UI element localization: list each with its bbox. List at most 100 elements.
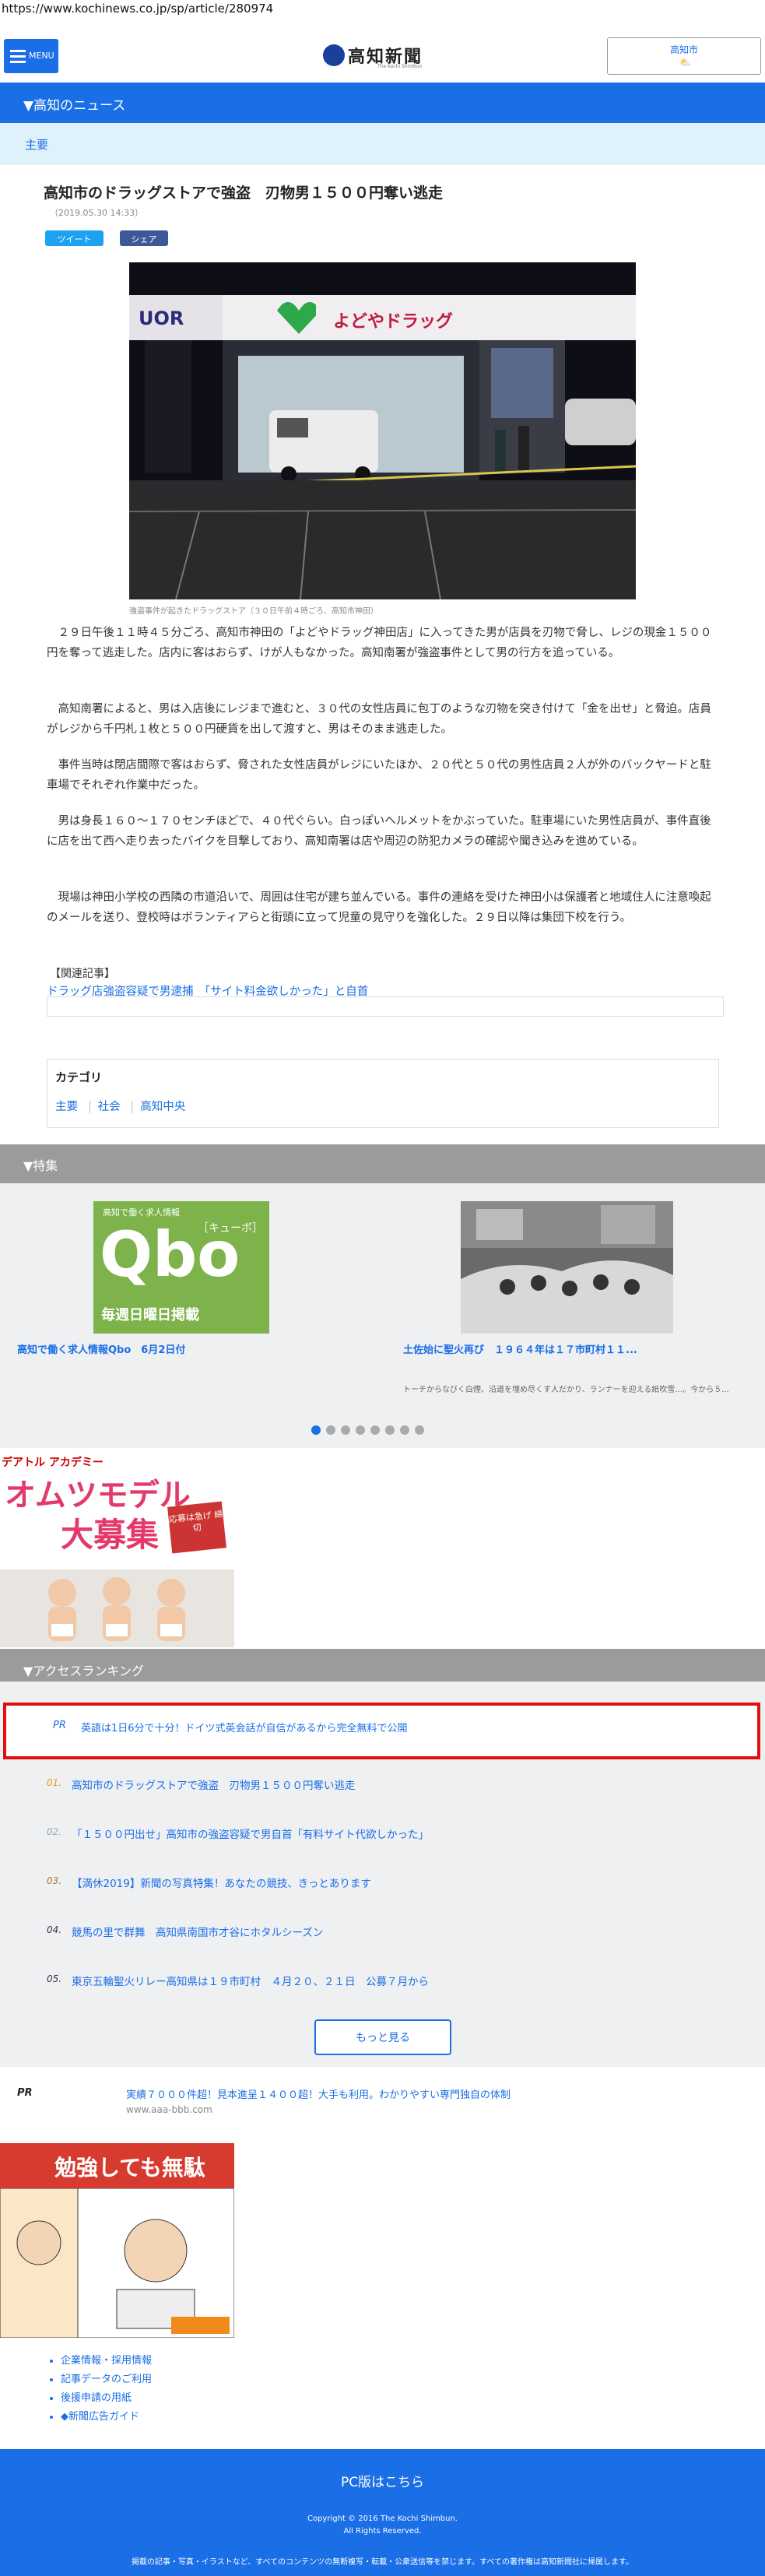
footer-link[interactable]: 後援申請の用紙: [61, 2389, 742, 2404]
article-title: 高知市のドラッグストアで強盗 刃物男１５００円奪い逃走: [44, 185, 444, 202]
photo-caption: 強盗事件が起きたドラッグストア（３０日午前４時ごろ、高知市神田）: [129, 607, 378, 616]
article-paragraph: ２９日午後１１時４５分ごろ、高知市神田の「よどやドラッグ神田店」に入ってきた男が…: [47, 627, 712, 659]
breadcrumb-label[interactable]: 主要: [25, 136, 48, 153]
tweet-button[interactable]: ツイート: [45, 230, 104, 246]
category-link[interactable]: 社会: [89, 1101, 128, 1113]
ad2-banner: 勉強しても無駄: [0, 2143, 234, 2188]
carousel-dot[interactable]: [356, 1425, 365, 1435]
category-link[interactable]: 高知中央: [132, 1101, 194, 1113]
footer-link[interactable]: 記事データのご利用: [61, 2370, 742, 2385]
torch-relay-photo[interactable]: [461, 1201, 673, 1334]
copyright-notice: 掲載の記事・写真・イラストなど、すべてのコンテンツの無断複写・転載・公衆送信等を…: [131, 2558, 634, 2567]
feature-description: トーチからなびく白煙、沿道を埋め尽くす人だかり、ランナーを迎える紙吹雪…。今から…: [403, 1386, 729, 1394]
copyright: Copyright © 2016 The Kochi Shimbun. All …: [0, 2513, 765, 2538]
ad2-headline: 勉強しても無駄: [54, 2155, 205, 2181]
menu-button[interactable]: MENU: [4, 39, 58, 73]
weather-widget[interactable]: 高知市 ⛅: [607, 37, 761, 75]
pr2-tag: PR: [17, 2087, 33, 2099]
feature-link-torch[interactable]: 土佐始に聖火再び １９６４年は１７市町村１１...: [403, 1341, 637, 1356]
category-link[interactable]: 主要: [55, 1101, 86, 1113]
ranking-item[interactable]: 02. 「１５００円出せ」高知市の強盗容疑で男自首「有料サイト代欲しかった」: [0, 1811, 765, 1857]
ranking-number: 03.: [47, 1875, 62, 1886]
ranking-title[interactable]: 東京五輪聖火リレー高知県は１９市町村 ４月２０、２１日 公募７月から: [72, 1973, 429, 1988]
carousel-dot[interactable]: [385, 1425, 395, 1435]
article-date: （2019.05.30 14:33）: [50, 208, 144, 218]
related-heading: 【関連記事】: [50, 968, 115, 980]
logo-subtext: The Kochi Shimbun: [377, 64, 423, 69]
site-logo[interactable]: 高知新聞 The Kochi Shimbun: [323, 43, 447, 71]
pr2-domain: www.aaa-bbb.com: [126, 2104, 212, 2115]
article-paragraph: 高知南署によると、男は入店後にレジまで進むと、３０代の女性店員に包丁のような刃物…: [47, 703, 711, 736]
carousel-dot[interactable]: [400, 1425, 409, 1435]
ranking-number: 04.: [47, 1924, 62, 1935]
carousel-dot[interactable]: [311, 1425, 321, 1435]
feature-heading-bar: ▼特集: [0, 1144, 765, 1183]
browser-url: https://www.kochinews.co.jp/sp/article/2…: [2, 2, 274, 16]
qbo-banner[interactable]: 高知で働く求人情報 Qbo ［キューボ］ 毎週日曜日掲載: [93, 1201, 269, 1334]
section-title: ▼高知のニュース: [23, 98, 126, 114]
more-label: もっと見る: [356, 2032, 410, 2044]
qbo-tagline: 高知で働く求人情報: [103, 1207, 180, 1218]
ad-banner-diaper-model[interactable]: デアトル アカデミー オムツモデル 大募集 応募は急げ 締切: [0, 1453, 234, 1647]
ranking-number: 01.: [47, 1777, 62, 1788]
hamburger-icon: [10, 50, 26, 63]
pr-link[interactable]: 英語は1日6分で十分！ドイツ式英会話が自信があるから完全無料で公開: [81, 1720, 408, 1734]
facebook-share-button[interactable]: シェア: [120, 230, 168, 246]
qbo-weekly: 毎週日曜日掲載: [101, 1307, 199, 1323]
feature-heading: ▼特集: [23, 1158, 58, 1173]
carousel-dot[interactable]: [341, 1425, 350, 1435]
article-paragraph: 男は身長１６０～１７０センチほどで、４０代ぐらい。白っぽいヘルメットをかぶってい…: [47, 815, 711, 848]
ad-brand: デアトル アカデミー: [2, 1457, 104, 1469]
related-box: [47, 996, 724, 1017]
article-paragraph: 事件当時は閉店間際で客はおらず、脅された女性店員がレジにいたほか、２０代と５０代…: [47, 759, 711, 792]
facebook-share-label: シェア: [131, 234, 157, 244]
footer-link[interactable]: ◆新聞広告ガイド: [61, 2408, 742, 2423]
ranking-pr-item[interactable]: PR 英語は1日6分で十分！ドイツ式英会話が自信があるから完全無料で公開: [3, 1703, 760, 1759]
ranking-item[interactable]: 01. 高知市のドラッグストアで強盗 刃物男１５００円奪い逃走: [0, 1762, 765, 1808]
qbo-kana: ［キューボ］: [198, 1222, 263, 1235]
breadcrumb: 主要: [0, 123, 765, 165]
ad-stamp: 応募は急げ 締切: [167, 1501, 226, 1554]
ad-headline: 大募集: [61, 1516, 160, 1554]
logo-mark-icon: [323, 44, 345, 66]
pc-version-link[interactable]: PC版はこちら: [0, 2471, 765, 2490]
rights-line: All Rights Reserved.: [343, 2527, 422, 2536]
pr2-link[interactable]: 実績７０００件超！見本進呈１４００超！大手も利用。わかりやすい専門独自の体制: [126, 2086, 511, 2101]
ranking-item[interactable]: 05. 東京五輪聖火リレー高知県は１９市町村 ４月２０、２１日 公募７月から: [0, 1958, 765, 2005]
ranking-title[interactable]: 高知市のドラッグストアで強盗 刃物男１５００円奪い逃走: [72, 1776, 356, 1792]
store-sign-left: UOR: [139, 308, 184, 329]
menu-label: MENU: [29, 51, 54, 61]
article-photo: よどやドラッグ UOR: [129, 262, 636, 599]
carousel-pagination: [311, 1423, 430, 1436]
copyright-line: Copyright © 2016 The Kochi Shimbun.: [307, 2514, 458, 2523]
footer-link[interactable]: 企業情報・採用情報: [61, 2352, 742, 2367]
category-box: カテゴリ 主要 社会 高知中央: [47, 1059, 719, 1128]
feature-link-qbo[interactable]: 高知で働く求人情報Qbo 6月2日付: [17, 1341, 185, 1356]
tweet-label: ツイート: [57, 234, 92, 244]
footer-links: 企業情報・採用情報 記事データのご利用 後援申請の用紙 ◆新聞広告ガイド: [22, 2344, 742, 2439]
category-list: 主要 社会 高知中央: [55, 1098, 194, 1114]
ranking-item[interactable]: 04. 競馬の里で群舞 高知県南国市才谷にホタルシーズン: [0, 1909, 765, 1956]
ranking-number: 02.: [47, 1826, 62, 1837]
ranking-title[interactable]: 競馬の里で群舞 高知県南国市才谷にホタルシーズン: [72, 1924, 323, 1939]
carousel-dot[interactable]: [370, 1425, 380, 1435]
carousel-dot[interactable]: [415, 1425, 424, 1435]
store-sign-text: よどやドラッグ: [333, 312, 454, 332]
ranking-title[interactable]: 【満休2019】新聞の写真特集！あなたの競技、きっとあります: [72, 1875, 371, 1890]
ad-image: [0, 1569, 234, 1647]
site-footer: PC版はこちら Copyright © 2016 The Kochi Shimb…: [0, 2449, 765, 2576]
section-bar[interactable]: ▼高知のニュース: [0, 83, 765, 123]
weather-city: 高知市: [669, 44, 698, 55]
more-button[interactable]: もっと見る: [314, 2019, 451, 2055]
article-paragraph: 現場は神田小学校の西隣の市道沿いで、周囲は住宅が建ち並んでいる。事件の連絡を受け…: [47, 891, 711, 924]
ad-banner-manga[interactable]: 勉強しても無駄: [0, 2143, 234, 2338]
ad2-manga-image: [0, 2188, 234, 2338]
ranking-title[interactable]: 「１５００円出せ」高知市の強盗容疑で男自首「有料サイト代欲しかった」: [72, 1826, 429, 1841]
pr-tag: PR: [53, 1720, 66, 1731]
ranking-item[interactable]: 03. 【満休2019】新聞の写真特集！あなたの競技、きっとあります: [0, 1860, 765, 1907]
ranking-number: 05.: [47, 1973, 62, 1984]
ranking-heading: ▼アクセスランキング: [23, 1664, 145, 1678]
carousel-dot[interactable]: [326, 1425, 335, 1435]
category-heading: カテゴリ: [55, 1070, 103, 1084]
weather-icon: ⛅: [679, 57, 691, 68]
